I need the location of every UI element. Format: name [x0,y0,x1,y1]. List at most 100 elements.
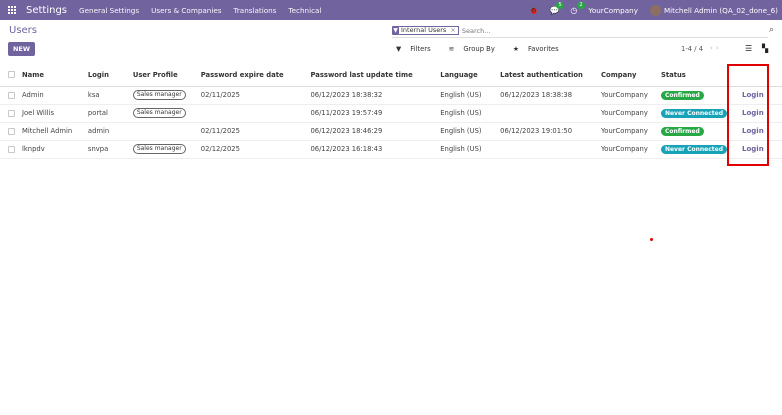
pager-next-icon[interactable]: › [716,44,722,52]
cell-status: Confirmed [660,86,728,105]
apps-menu-icon[interactable] [2,0,22,20]
cell-name[interactable]: Mitchell Admin [21,122,88,141]
cell-login[interactable]: ksa [87,86,133,105]
facet-remove-icon[interactable]: × [450,26,455,34]
profile-tag: Sales manager [132,108,186,118]
app-name[interactable]: Settings [26,5,67,16]
col-password-last-update[interactable]: Password last update time [310,64,441,87]
col-latest-authentication[interactable]: Latest authentication [500,64,602,87]
cell-login[interactable]: admin [87,122,133,141]
cell-updated[interactable]: 06/12/2023 18:46:29 [310,122,441,141]
search-input[interactable] [461,26,662,35]
cell-latest-auth[interactable]: 06/12/2023 19:01:50 [500,122,602,141]
status-badge: Confirmed [660,90,704,100]
messages-badge: 5 [556,1,564,9]
cell-company[interactable]: YourCompany [601,86,661,105]
row-select-cell [0,122,22,141]
col-user-profile[interactable]: User Profile [132,64,201,87]
cell-company[interactable]: YourCompany [601,140,661,159]
cell-latest-auth[interactable] [500,140,602,159]
search-facet: ▼ Internal Users × [392,25,662,36]
filters-label: Filters [410,45,431,53]
favorites-button[interactable]: ★ Favorites [513,45,568,53]
avatar[interactable] [649,4,661,16]
cell-expire[interactable]: 02/11/2025 [200,86,311,105]
col-name[interactable]: Name [21,64,88,87]
breadcrumb: Users [9,25,38,36]
bug-icon[interactable]: 🐞 [528,6,538,15]
status-badge: Never Connected [660,144,728,154]
search-options: ▼ Filters ≋ Group By ★ Favorites [396,45,577,53]
search-icon[interactable]: ⌕ [769,25,774,35]
cell-expire[interactable]: 02/11/2025 [200,122,311,141]
row-select-cell [0,140,22,159]
col-password-expire-date[interactable]: Password expire date [200,64,311,87]
table-row[interactable]: Mitchell Admin admin 02/11/2025 06/12/20… [0,122,782,141]
groupby-label: Group By [463,45,495,53]
row-checkbox[interactable] [8,109,15,117]
menu-users-companies[interactable]: Users & Companies [151,6,221,15]
col-language[interactable]: Language [440,64,501,87]
cell-profile [132,122,201,141]
cell-expire[interactable] [200,104,311,123]
table-row[interactable]: Joel Willis portal Sales manager 06/11/2… [0,104,782,123]
cell-language[interactable]: English (US) [440,86,501,105]
cell-updated[interactable]: 06/12/2023 18:38:32 [310,86,441,105]
messages-icon[interactable]: 💬 5 [549,1,564,15]
company-switcher[interactable]: YourCompany [588,6,638,15]
cell-login[interactable]: portal [87,104,133,123]
cell-company[interactable]: YourCompany [601,104,661,123]
select-all-cell [0,64,22,87]
table-row[interactable]: Admin ksa Sales manager 02/11/2025 06/12… [0,86,782,105]
cell-expire[interactable]: 02/12/2025 [200,140,311,159]
status-badge: Confirmed [660,126,704,136]
cell-language[interactable]: English (US) [440,140,501,159]
cell-name[interactable]: Joel Willis [21,104,88,123]
row-select-cell [0,104,22,123]
cell-profile: Sales manager [132,104,201,123]
col-status[interactable]: Status [660,64,728,87]
cell-name[interactable]: lknpdv [21,140,88,159]
select-all-checkbox[interactable] [8,71,15,79]
users-table: Name Login User Profile Password expire … [0,64,782,159]
cell-updated[interactable]: 06/12/2023 16:18:43 [310,140,441,159]
activity-badge: 2 [577,1,585,9]
user-menu[interactable]: Mitchell Admin (QA_02_done_6) [664,6,778,15]
row-checkbox[interactable] [8,91,15,99]
cell-updated[interactable]: 06/11/2023 19:57:49 [310,104,441,123]
cell-status: Never Connected [660,140,728,159]
activity-clock-icon[interactable]: ◷ 2 [570,1,585,15]
col-company[interactable]: Company [601,64,661,87]
group-by-button[interactable]: ≋ Group By [449,45,504,53]
facet-label: Internal Users [401,26,447,34]
top-navbar: Settings General Settings Users & Compan… [0,0,782,20]
cell-latest-auth[interactable] [500,104,602,123]
layers-icon: ≋ [448,45,455,53]
pager-value[interactable]: 1-4 / 4 [681,45,703,53]
cell-status: Never Connected [660,104,728,123]
row-checkbox[interactable] [8,127,15,135]
table-header: Name Login User Profile Password expire … [0,64,782,87]
list-view-icon[interactable]: ☰ [745,44,752,53]
cell-language[interactable]: English (US) [440,104,501,123]
menu-technical[interactable]: Technical [288,6,321,15]
facet-internal-users: Internal Users × [399,26,459,35]
row-select-cell [0,86,22,105]
menu-general-settings[interactable]: General Settings [79,6,139,15]
menu-translations[interactable]: Translations [234,6,277,15]
cell-language[interactable]: English (US) [440,122,501,141]
cell-profile: Sales manager [132,86,201,105]
kanban-view-icon[interactable]: ▚ [762,44,768,53]
highlight-box [727,64,769,166]
profile-tag: Sales manager [132,90,186,100]
cell-login[interactable]: snvpa [87,140,133,159]
search-underline [392,37,768,38]
filters-button[interactable]: ▼ Filters [396,45,440,53]
table-row[interactable]: lknpdv snvpa Sales manager 02/12/2025 06… [0,140,782,159]
row-checkbox[interactable] [8,145,15,153]
new-button[interactable]: NEW [8,42,35,56]
cell-name[interactable]: Admin [21,86,88,105]
cell-latest-auth[interactable]: 06/12/2023 18:38:38 [500,86,602,105]
col-login[interactable]: Login [87,64,133,87]
cell-company[interactable]: YourCompany [601,122,661,141]
